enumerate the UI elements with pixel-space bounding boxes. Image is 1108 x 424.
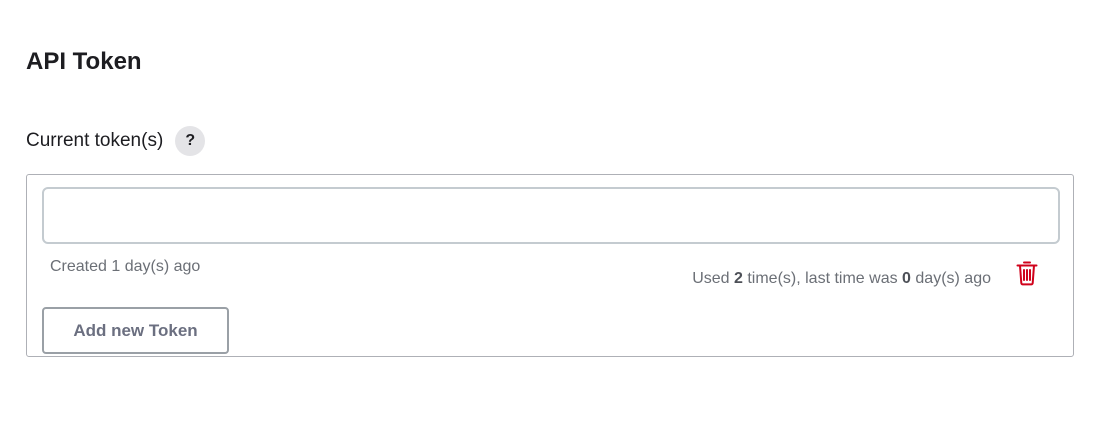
last-used-days: 0 xyxy=(902,270,911,287)
delete-token-button[interactable] xyxy=(1014,259,1040,287)
created-days: 1 xyxy=(111,258,121,275)
trash-icon xyxy=(1016,261,1038,286)
used-count: 2 xyxy=(734,270,743,287)
token-list: Created 1 day(s) ago Used 2 time(s), las… xyxy=(26,174,1074,357)
current-tokens-label: Current token(s) xyxy=(26,130,164,151)
token-usage-info: Used 2 time(s), last time was 0 day(s) a… xyxy=(692,270,991,288)
help-button[interactable]: ? xyxy=(175,126,206,156)
used-prefix: Used xyxy=(692,270,734,287)
section-title: API Token xyxy=(26,48,142,75)
created-suffix: day(s) ago xyxy=(120,258,201,275)
add-new-token-button[interactable]: Add new Token xyxy=(42,307,229,354)
used-suffix: day(s) ago xyxy=(910,270,991,287)
token-name-input[interactable] xyxy=(42,187,1060,244)
token-created-info: Created 1 day(s) ago xyxy=(50,258,200,276)
current-tokens-label-row: Current token(s) ? xyxy=(26,125,206,157)
used-middle: time(s), last time was xyxy=(742,270,903,287)
created-prefix: Created xyxy=(50,258,112,275)
